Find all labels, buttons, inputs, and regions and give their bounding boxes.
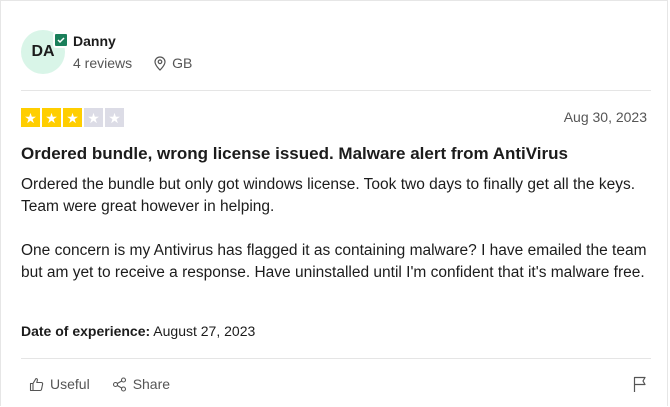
review-date: Aug 30, 2023 <box>563 109 647 125</box>
share-button[interactable]: Share <box>112 376 170 392</box>
review-body: Ordered the bundle but only got windows … <box>21 174 661 284</box>
country-code: GB <box>172 55 193 71</box>
experience-date: August 27, 2023 <box>153 323 256 339</box>
star-icon-filled: ★ <box>63 108 82 127</box>
review-card: DA Danny 4 reviews GB ★ ★ ★ ★ ★ Aug 30, 2023… <box>0 0 668 406</box>
review-paragraph: Ordered the bundle but only got windows … <box>21 176 636 215</box>
verified-badge-icon <box>53 32 69 48</box>
reviewer-name[interactable]: Danny <box>73 33 116 49</box>
divider <box>21 90 651 91</box>
star-icon-filled: ★ <box>42 108 61 127</box>
review-paragraph: One concern is my Antivirus has flagged … <box>21 242 647 281</box>
location-pin-icon <box>154 55 166 71</box>
flag-icon <box>633 376 646 392</box>
reviewer-meta: 4 reviews GB <box>73 55 192 71</box>
avatar-initials: DA <box>31 43 55 60</box>
review-title[interactable]: Ordered bundle, wrong license issued. Ma… <box>21 144 568 164</box>
review-count: 4 reviews <box>73 55 133 71</box>
report-flag-button[interactable] <box>633 376 647 398</box>
star-icon-empty: ★ <box>105 108 124 127</box>
reviewer-country: GB <box>154 55 192 71</box>
share-icon <box>112 376 126 392</box>
star-rating: ★ ★ ★ ★ ★ <box>21 108 124 127</box>
star-icon-empty: ★ <box>84 108 103 127</box>
useful-button[interactable]: Useful <box>29 376 90 392</box>
share-label: Share <box>132 376 171 392</box>
divider <box>21 358 651 359</box>
thumbs-up-icon <box>29 377 44 391</box>
date-of-experience: Date of experience: August 27, 2023 <box>21 323 255 339</box>
star-icon-filled: ★ <box>21 108 40 127</box>
review-actions: Useful Share <box>29 376 170 392</box>
experience-label: Date of experience: <box>21 323 151 339</box>
useful-label: Useful <box>50 376 90 392</box>
